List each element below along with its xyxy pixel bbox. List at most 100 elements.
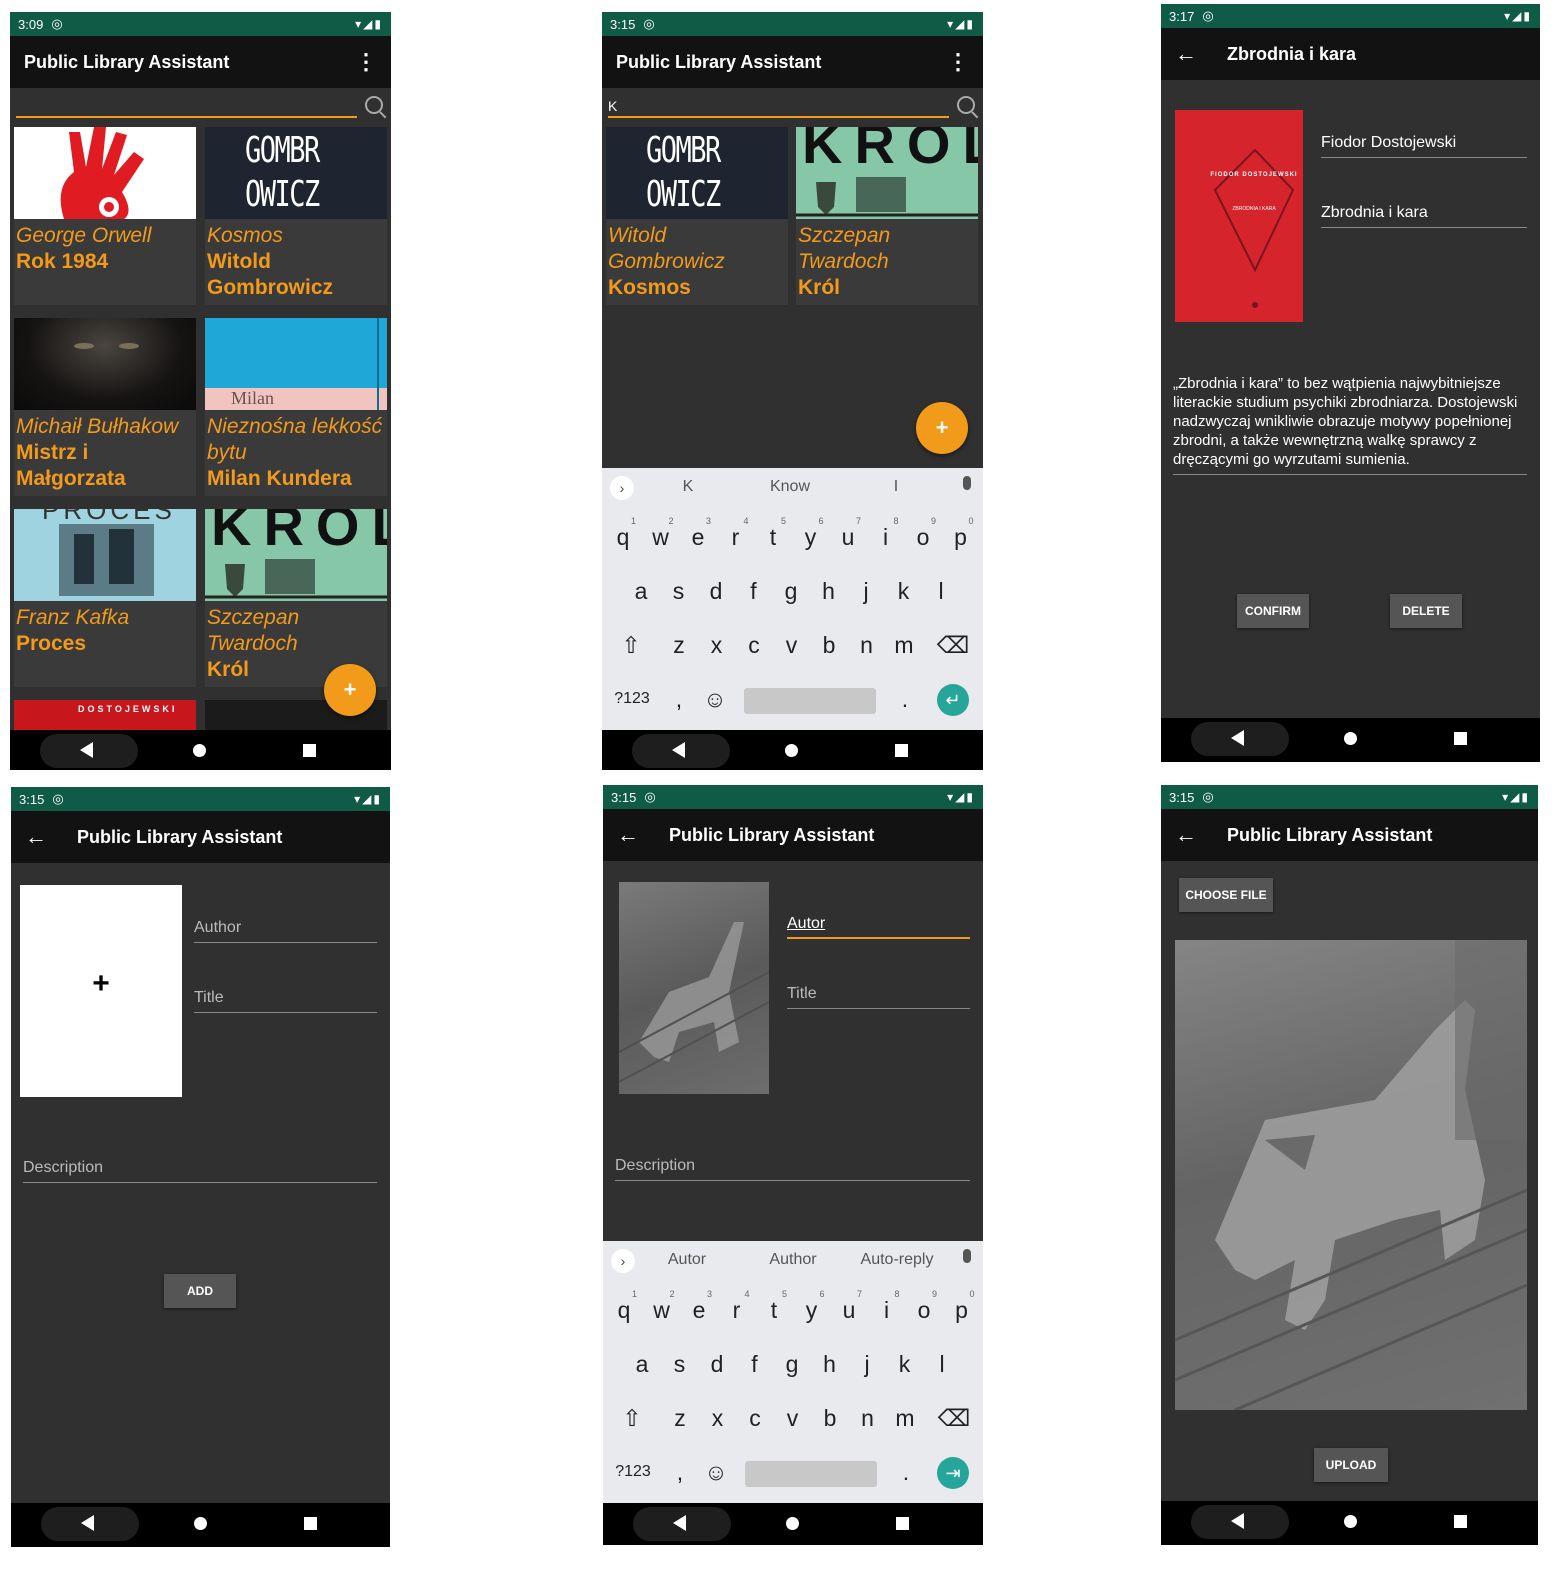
home-icon[interactable]	[786, 1517, 799, 1530]
home-icon[interactable]	[194, 1517, 207, 1530]
period-key[interactable]: .	[889, 1459, 923, 1486]
letter-key[interactable]: k	[888, 1351, 922, 1378]
back-icon[interactable]	[1231, 730, 1244, 746]
add-image-placeholder[interactable]: +	[20, 885, 182, 1097]
emoji-key[interactable]: ☺	[698, 686, 732, 713]
letter-key[interactable]: v	[775, 632, 809, 659]
home-icon[interactable]	[785, 744, 798, 757]
back-arrow-icon[interactable]: ←	[25, 824, 47, 850]
book-card[interactable]: KRÓL Szczepan Twardoch Król	[796, 127, 978, 305]
space-key[interactable]	[745, 1461, 877, 1487]
suggestion[interactable]: I	[846, 478, 946, 496]
letter-key[interactable]: a	[624, 578, 658, 605]
back-arrow-icon[interactable]: ←	[1175, 41, 1197, 67]
title-input[interactable]: Title	[787, 985, 970, 1009]
book-card[interactable]: George Orwell Rok 1984	[14, 127, 196, 305]
letter-key[interactable]: s	[662, 578, 696, 605]
letter-key[interactable]: v	[776, 1405, 810, 1432]
letter-key[interactable]: y6	[795, 1289, 829, 1324]
author-field[interactable]: Fiodor Dostojewski	[1321, 134, 1527, 158]
letter-key[interactable]: r4	[720, 1289, 754, 1324]
recents-icon[interactable]	[896, 1517, 909, 1530]
confirm-button[interactable]: CONFIRM	[1237, 594, 1309, 628]
letter-key[interactable]: o9	[907, 1289, 941, 1324]
book-card[interactable]: KRÓL Szczepan Twardoch Król	[205, 509, 387, 687]
recents-icon[interactable]	[304, 1517, 317, 1530]
comma-key[interactable]: ,	[662, 686, 696, 713]
letter-key[interactable]: z	[663, 1405, 697, 1432]
book-cover-partial[interactable]: DOSTOJEWSKI	[14, 700, 196, 730]
author-input[interactable]: Autor	[787, 915, 970, 939]
recents-icon[interactable]	[895, 744, 908, 757]
letter-key[interactable]: x	[700, 632, 734, 659]
letter-key[interactable]: u7	[831, 516, 865, 551]
description-input[interactable]: Description	[23, 1159, 377, 1183]
backspace-key[interactable]: ⌫	[936, 632, 970, 659]
microphone-icon[interactable]	[963, 476, 971, 490]
letter-key[interactable]: t5	[757, 1289, 791, 1324]
letter-key[interactable]: a	[625, 1351, 659, 1378]
letter-key[interactable]: e3	[682, 1289, 716, 1324]
letter-key[interactable]: o9	[906, 516, 940, 551]
book-card[interactable]: Michaił Bułhakow Mistrz i Małgorzata	[14, 318, 196, 496]
add-book-fab[interactable]: +	[324, 664, 376, 716]
letter-key[interactable]: n	[850, 632, 884, 659]
suggestion[interactable]: Autor	[637, 1251, 737, 1269]
book-card[interactable]: Milan Nieznośna lekkość bytu Milan Kunde…	[205, 318, 387, 496]
letter-key[interactable]: b	[812, 632, 846, 659]
suggestion[interactable]: Auto-reply	[847, 1251, 947, 1269]
letter-key[interactable]: n	[851, 1405, 885, 1432]
letter-key[interactable]: g	[774, 578, 808, 605]
letter-key[interactable]: b	[813, 1405, 847, 1432]
letter-key[interactable]: k	[887, 578, 921, 605]
description-field[interactable]: „Zbrodnia i kara” to bez wątpienia najwy…	[1173, 374, 1527, 475]
back-icon[interactable]	[673, 1515, 686, 1531]
emoji-key[interactable]: ☺	[699, 1459, 733, 1486]
add-button[interactable]: ADD	[164, 1274, 236, 1308]
selected-image[interactable]	[619, 882, 769, 1094]
overflow-menu-icon[interactable]: ⋮	[355, 49, 377, 75]
overflow-menu-icon[interactable]: ⋮	[947, 49, 969, 75]
symbols-key[interactable]: ?123	[612, 690, 652, 708]
title-input[interactable]: Title	[194, 989, 377, 1013]
book-card[interactable]: PROCES Franz Kafka Proces	[14, 509, 196, 687]
letter-key[interactable]: d	[700, 1351, 734, 1378]
next-key[interactable]: ⇥	[937, 1457, 969, 1489]
book-card[interactable]: GOMBR OWICZ Kosmos Witold Gombrowicz	[205, 127, 387, 305]
letter-key[interactable]: l	[925, 1351, 959, 1378]
letter-key[interactable]: j	[849, 578, 883, 605]
letter-key[interactable]: t5	[756, 516, 790, 551]
letter-key[interactable]: i8	[870, 1289, 904, 1324]
letter-key[interactable]: m	[887, 632, 921, 659]
letter-key[interactable]: c	[738, 1405, 772, 1432]
suggestion[interactable]: K	[638, 478, 738, 496]
back-icon[interactable]	[1231, 1513, 1244, 1529]
book-cover[interactable]: FIODOR DOSTOJEWSKI ZBRODNIA I KARA	[1175, 110, 1303, 322]
chevron-right-icon[interactable]: ›	[611, 1249, 635, 1273]
chevron-right-icon[interactable]: ›	[610, 476, 634, 500]
search-input[interactable]	[608, 116, 949, 118]
letter-key[interactable]: g	[775, 1351, 809, 1378]
letter-key[interactable]: w2	[644, 516, 678, 551]
author-input[interactable]: Author	[194, 919, 377, 943]
letter-key[interactable]: r4	[719, 516, 753, 551]
home-icon[interactable]	[193, 744, 206, 757]
letter-key[interactable]: q1	[606, 516, 640, 551]
recents-icon[interactable]	[1454, 732, 1467, 745]
letter-key[interactable]: f	[737, 578, 771, 605]
letter-key[interactable]: w2	[645, 1289, 679, 1324]
description-input[interactable]: Description	[615, 1157, 970, 1181]
letter-key[interactable]: x	[701, 1405, 735, 1432]
letter-key[interactable]: p0	[944, 516, 978, 551]
home-icon[interactable]	[1344, 732, 1357, 745]
letter-key[interactable]: p0	[945, 1289, 979, 1324]
suggestion[interactable]: Know	[740, 478, 840, 496]
choose-file-button[interactable]: CHOOSE FILE	[1179, 878, 1273, 912]
search-input[interactable]	[16, 116, 357, 118]
shift-key[interactable]: ⇧	[615, 1405, 649, 1432]
add-book-fab[interactable]: +	[916, 402, 968, 454]
microphone-icon[interactable]	[963, 1249, 971, 1263]
letter-key[interactable]: e3	[681, 516, 715, 551]
period-key[interactable]: .	[888, 686, 922, 713]
enter-key[interactable]: ↵	[937, 684, 969, 716]
